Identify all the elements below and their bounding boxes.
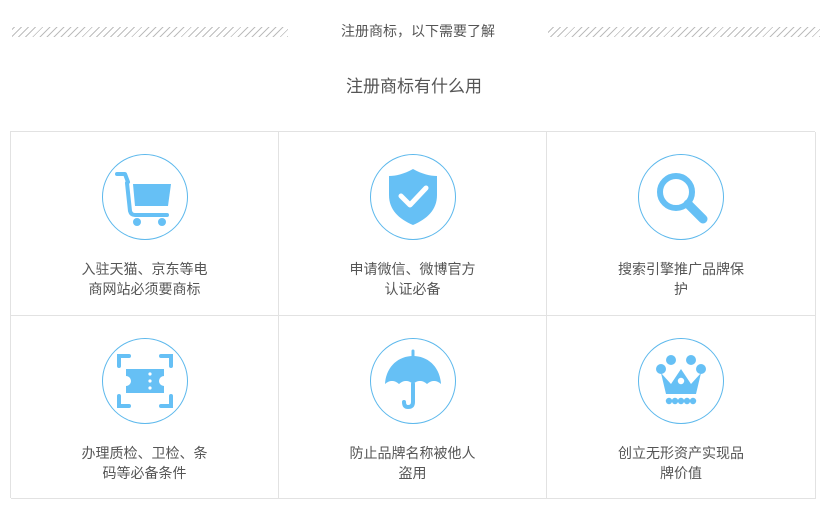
shield-check-icon (388, 169, 437, 225)
section-title: 注册商标有什么用 (346, 77, 482, 97)
icon-circle (369, 338, 456, 424)
header-divider-right (548, 27, 820, 37)
label-line-1: 搜索引擎推广品牌保 (618, 262, 744, 278)
benefit-card-search: 搜索引擎推广品牌保 护 (547, 132, 816, 316)
header-title: 注册商标，以下需要了解 (341, 24, 495, 40)
icon-circle (638, 338, 724, 424)
icon-circle (101, 154, 188, 240)
label-line-2: 牌价值 (660, 466, 702, 482)
label-line-1: 申请微信、微博官方 (349, 262, 476, 278)
benefit-label: 防止品牌名称被他人 盗用 (333, 444, 493, 484)
scan-ticket-icon (116, 354, 173, 408)
label-line-2: 码等必备条件 (102, 466, 187, 482)
label-line-1: 入驻天猫、京东等电 (81, 262, 208, 278)
header-divider-left (12, 27, 288, 37)
benefit-label: 入驻天猫、京东等电 商网站必须要商标 (65, 260, 225, 300)
label-line-1: 防止品牌名称被他人 (349, 446, 476, 462)
benefits-grid: 入驻天猫、京东等电 商网站必须要商标 申请微信、微博官方 认证必备 搜索引擎推广… (10, 131, 816, 499)
label-line-2: 认证必备 (384, 282, 441, 298)
benefit-label: 办理质检、卫检、条 码等必备条件 (65, 444, 225, 484)
shopping-cart-icon (114, 172, 171, 226)
label-line-2: 护 (674, 282, 688, 298)
benefit-label: 申请微信、微博官方 认证必备 (333, 260, 493, 300)
label-line-2: 商网站必须要商标 (88, 282, 201, 298)
icon-circle (638, 154, 724, 240)
benefit-card-inspection: 办理质检、卫检、条 码等必备条件 (11, 316, 279, 499)
section-header: 注册商标，以下需要了解 (0, 0, 828, 60)
label-line-1: 创立无形资产实现品 (618, 446, 744, 462)
icon-circle (369, 154, 456, 240)
label-line-2: 盗用 (398, 466, 427, 482)
label-line-1: 办理质检、卫检、条 (81, 446, 208, 462)
magnifier-icon (657, 173, 708, 224)
benefit-card-ecommerce: 入驻天猫、京东等电 商网站必须要商标 (11, 132, 279, 316)
benefit-card-brand-value: 创立无形资产实现品 牌价值 (547, 316, 816, 499)
crown-icon (656, 355, 706, 405)
umbrella-icon (384, 349, 441, 410)
benefit-card-verification: 申请微信、微博官方 认证必备 (279, 132, 547, 316)
benefit-label: 搜索引擎推广品牌保 护 (601, 260, 761, 300)
icon-circle (101, 338, 188, 424)
benefit-card-protection: 防止品牌名称被他人 盗用 (279, 316, 547, 499)
benefit-label: 创立无形资产实现品 牌价值 (601, 444, 761, 484)
